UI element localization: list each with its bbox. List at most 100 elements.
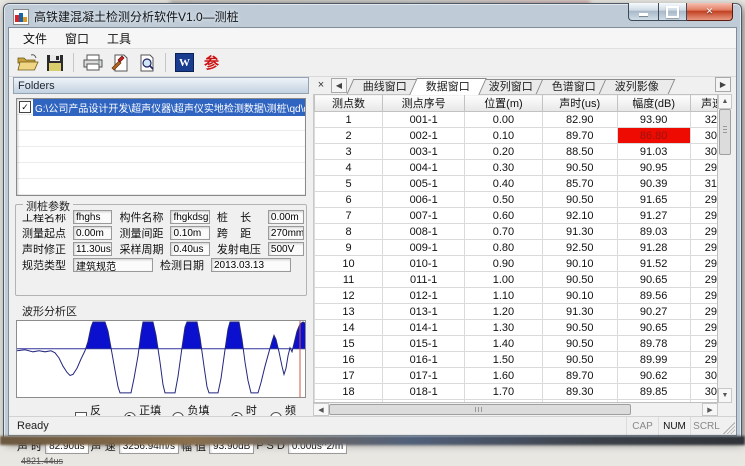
table-cell[interactable]: 015-1: [383, 336, 465, 352]
parameters-button[interactable]: 参: [198, 51, 225, 75]
table-cell[interactable]: 1.40: [465, 336, 542, 352]
table-row[interactable]: 15015-11.4090.5089.782983.430.00: [315, 336, 719, 352]
table-cell[interactable]: 89.03: [617, 224, 690, 240]
horizontal-scrollbar[interactable]: ◀ ▶: [313, 402, 718, 416]
tab-scroll-left-icon[interactable]: ◀: [331, 78, 347, 93]
param-value-field[interactable]: 11.30us: [73, 242, 112, 256]
export-word-button[interactable]: W: [171, 51, 198, 75]
table-cell[interactable]: 2983.43: [690, 352, 718, 368]
table-row[interactable]: 2002-10.1089.7086.803010.03462.4: [315, 128, 719, 144]
param-value-field[interactable]: fhgkdsg: [170, 210, 209, 224]
table-cell[interactable]: 010-1: [383, 256, 465, 272]
table-row[interactable]: 7007-10.6092.1091.272931.6025.6: [315, 208, 719, 224]
table-row[interactable]: 13013-11.2091.3090.272957.2814.4: [315, 304, 719, 320]
table-cell[interactable]: 1.30: [465, 320, 542, 336]
table-cell[interactable]: 018-1: [383, 384, 465, 400]
table-cell[interactable]: 3150.53: [690, 176, 718, 192]
vertical-scrollbar[interactable]: ▲ ▼: [717, 94, 732, 403]
table-cell[interactable]: 89.70: [542, 368, 617, 384]
table-cell[interactable]: 1.70: [465, 384, 542, 400]
table-row[interactable]: 12012-11.1090.1089.562996.671.60: [315, 288, 719, 304]
table-cell[interactable]: 0.30: [465, 160, 542, 176]
table-cell[interactable]: 0.60: [465, 208, 542, 224]
table-cell[interactable]: 90.27: [617, 304, 690, 320]
table-cell[interactable]: 2996.67: [690, 256, 718, 272]
print-setup-button[interactable]: [106, 51, 133, 75]
scroll-left-icon[interactable]: ◀: [313, 403, 329, 416]
table-row[interactable]: 17017-11.6089.7090.623010.036.40: [315, 368, 719, 384]
param-value-field[interactable]: fhghs: [73, 210, 112, 224]
column-header[interactable]: 测点数: [315, 95, 383, 112]
table-cell[interactable]: 0.40: [465, 176, 542, 192]
table-cell[interactable]: 2983.43: [690, 336, 718, 352]
table-cell[interactable]: 004-1: [383, 160, 465, 176]
table-cell[interactable]: 012-1: [383, 288, 465, 304]
table-row[interactable]: 18018-11.7089.3089.853023.521.60: [315, 384, 719, 400]
table-row[interactable]: 16016-11.5090.5089.992983.430.00: [315, 352, 719, 368]
table-cell[interactable]: 2957.28: [690, 304, 718, 320]
table-cell[interactable]: 11: [315, 272, 383, 288]
table-cell[interactable]: 15: [315, 336, 383, 352]
resize-grip[interactable]: [723, 422, 735, 434]
table-cell[interactable]: 90.10: [542, 256, 617, 272]
table-cell[interactable]: 2957.28: [690, 224, 718, 240]
save-button[interactable]: [41, 51, 68, 75]
print-preview-button[interactable]: [133, 51, 160, 75]
param-value-field[interactable]: 0.40us: [170, 242, 209, 256]
table-cell[interactable]: 001-1: [383, 112, 465, 128]
folder-item[interactable]: ✓G:\公司产品设计开发\超声仪器\超声仪实地检测数据\测桩\qd\qd03\q…: [17, 99, 305, 115]
tab-数据窗口[interactable]: 数据窗口: [409, 78, 487, 95]
table-cell[interactable]: 90.50: [542, 352, 617, 368]
table-cell[interactable]: 3050.85: [690, 144, 718, 160]
waveform-plot[interactable]: [16, 320, 306, 398]
table-cell[interactable]: 3: [315, 144, 383, 160]
table-cell[interactable]: 91.03: [617, 144, 690, 160]
readout-value-field[interactable]: 3256.94m/s: [119, 439, 179, 454]
table-cell[interactable]: 013-1: [383, 304, 465, 320]
table-row[interactable]: 8008-10.7091.3089.032957.286.40: [315, 224, 719, 240]
column-header[interactable]: 声时(us): [542, 95, 617, 112]
table-cell[interactable]: 9: [315, 240, 383, 256]
table-row[interactable]: 11011-11.0090.5090.652983.431.60: [315, 272, 719, 288]
table-cell[interactable]: 016-1: [383, 352, 465, 368]
table-cell[interactable]: 91.52: [617, 256, 690, 272]
table-cell[interactable]: 90.39: [617, 176, 690, 192]
table-cell[interactable]: 14: [315, 320, 383, 336]
table-cell[interactable]: 12: [315, 288, 383, 304]
table-cell[interactable]: 85.70: [542, 176, 617, 192]
table-row[interactable]: 6006-10.5090.5091.652983.43230.4: [315, 192, 719, 208]
table-cell[interactable]: 0.80: [465, 240, 542, 256]
table-cell[interactable]: 16: [315, 352, 383, 368]
tab-scroll-right-icon[interactable]: ▶: [715, 77, 731, 92]
table-cell[interactable]: 0.90: [465, 256, 542, 272]
table-cell[interactable]: 91.30: [542, 224, 617, 240]
table-cell[interactable]: 2983.43: [690, 272, 718, 288]
column-header[interactable]: 声速(m/s): [690, 95, 718, 112]
table-cell[interactable]: 2918.92: [690, 240, 718, 256]
menu-item-1[interactable]: 窗口: [56, 28, 98, 49]
table-cell[interactable]: 8: [315, 224, 383, 240]
table-cell[interactable]: 007-1: [383, 208, 465, 224]
table-cell[interactable]: 1.50: [465, 352, 542, 368]
table-cell[interactable]: 0.50: [465, 192, 542, 208]
table-cell[interactable]: 3256.94: [690, 112, 718, 128]
table-cell[interactable]: 90.65: [617, 320, 690, 336]
table-cell[interactable]: 008-1: [383, 224, 465, 240]
readout-value-field[interactable]: 93.90dB: [209, 439, 254, 454]
table-row[interactable]: 1001-10.0082.9093.903256.940.00: [315, 112, 719, 128]
table-cell[interactable]: 91.28: [617, 240, 690, 256]
title-bar[interactable]: 高铁建混凝土检测分析软件V1.0—测桩 ✕: [4, 4, 741, 27]
table-cell[interactable]: 90.65: [617, 272, 690, 288]
table-cell[interactable]: 6: [315, 192, 383, 208]
table-cell[interactable]: 90.95: [617, 160, 690, 176]
table-cell[interactable]: 0.70: [465, 224, 542, 240]
table-cell[interactable]: 2983.43: [690, 160, 718, 176]
table-cell[interactable]: 003-1: [383, 144, 465, 160]
readout-value-field[interactable]: 0.00us^2/m: [288, 439, 347, 454]
column-header[interactable]: 位置(m): [465, 95, 542, 112]
table-cell[interactable]: 88.50: [542, 144, 617, 160]
table-cell[interactable]: 1: [315, 112, 383, 128]
table-row[interactable]: 10010-10.9090.1091.522996.6757.6: [315, 256, 719, 272]
table-cell[interactable]: 0.10: [465, 128, 542, 144]
table-cell[interactable]: 92.10: [542, 208, 617, 224]
